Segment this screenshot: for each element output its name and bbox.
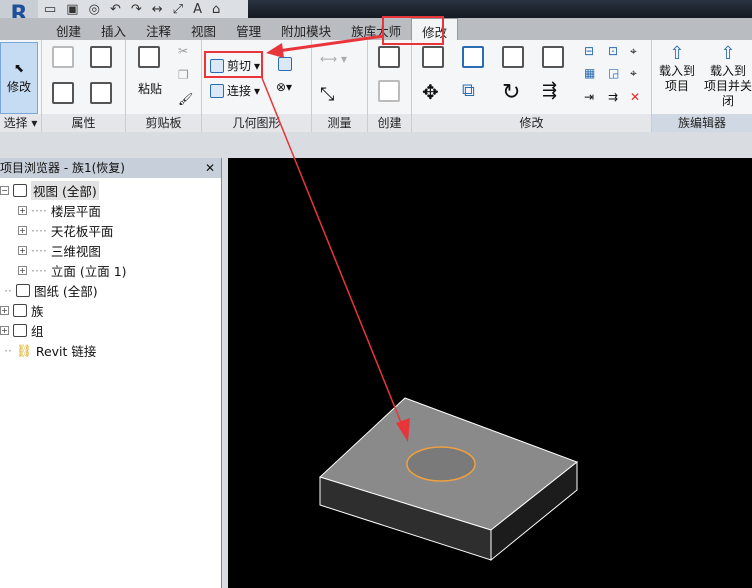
overlay (204, 16, 579, 562)
cut-button-highlight (204, 51, 263, 78)
annotation-arrow-1 (277, 34, 385, 53)
cut-hole (406, 446, 476, 482)
annotation-arrow-2 (261, 77, 403, 426)
annotation-arrowhead-1 (266, 43, 284, 58)
modify-tab-highlight (382, 16, 444, 45)
slab-model[interactable] (319, 397, 579, 562)
